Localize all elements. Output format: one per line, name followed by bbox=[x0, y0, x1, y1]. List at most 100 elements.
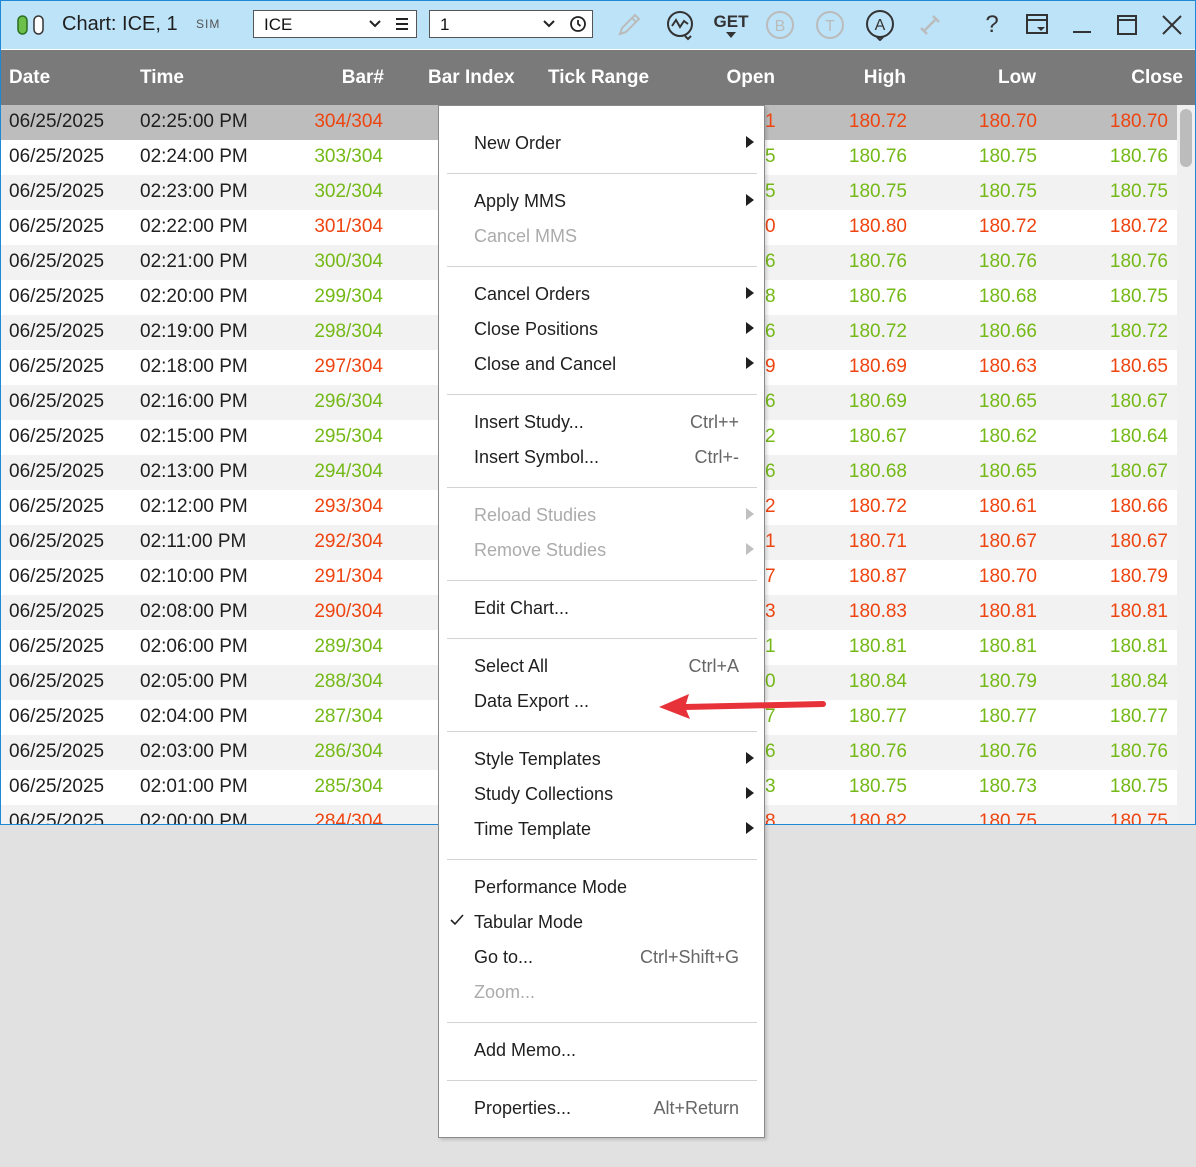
menu-item-select-all[interactable]: Select All Ctrl+A bbox=[439, 650, 764, 685]
chevron-down-icon[interactable] bbox=[368, 15, 382, 38]
menu-item-new-order[interactable]: New Order bbox=[439, 127, 764, 162]
bar-number-cell: 302/304 bbox=[314, 181, 383, 202]
maximize-icon[interactable] bbox=[1114, 9, 1140, 41]
column-header-bar-number[interactable]: Bar# bbox=[342, 67, 384, 89]
menu-item-label: Go to... bbox=[474, 947, 534, 967]
menu-item-insert-symbol[interactable]: Insert Symbol... Ctrl+- bbox=[439, 441, 764, 476]
menu-item-study-collections[interactable]: Study Collections bbox=[439, 778, 764, 813]
date-cell: 06/25/2025 bbox=[9, 811, 105, 825]
close-cell: 180.81 bbox=[1109, 636, 1168, 657]
menu-item-label: Close and Cancel bbox=[474, 354, 617, 374]
low-cell: 180.81 bbox=[978, 636, 1037, 657]
column-header-bar-index[interactable]: Bar Index bbox=[428, 67, 515, 89]
column-header-open[interactable]: Open bbox=[726, 67, 775, 89]
menu-separator bbox=[447, 394, 757, 395]
checkmark-icon bbox=[449, 912, 465, 933]
menu-item-performance-mode[interactable]: Performance Mode bbox=[439, 871, 764, 906]
a-icon[interactable]: A bbox=[863, 9, 897, 41]
high-cell: 180.83 bbox=[848, 601, 907, 622]
bar-number-cell: 287/304 bbox=[314, 706, 383, 727]
menu-item-time-template[interactable]: Time Template bbox=[439, 813, 764, 848]
symbol-combo[interactable]: ICE bbox=[253, 10, 417, 38]
bar-number-cell: 284/304 bbox=[314, 811, 383, 825]
menu-item-add-memo[interactable]: Add Memo... bbox=[439, 1034, 764, 1069]
high-cell: 180.72 bbox=[848, 111, 907, 132]
help-icon[interactable]: ? bbox=[979, 9, 1005, 41]
vertical-scrollbar[interactable] bbox=[1177, 105, 1195, 824]
bar-number-cell: 304/304 bbox=[314, 111, 383, 132]
menu-item-style-templates[interactable]: Style Templates bbox=[439, 743, 764, 778]
get-icon[interactable]: GET bbox=[711, 9, 751, 41]
menu-item-label: Cancel MMS bbox=[474, 226, 578, 246]
column-header-high[interactable]: High bbox=[864, 67, 906, 89]
date-cell: 06/25/2025 bbox=[9, 461, 105, 482]
menu-item-cancel-orders[interactable]: Cancel Orders bbox=[439, 278, 764, 313]
connection-status-icon[interactable] bbox=[11, 9, 51, 41]
date-cell: 06/25/2025 bbox=[9, 181, 105, 202]
close-cell: 180.72 bbox=[1109, 321, 1168, 342]
time-cell: 02:25:00 PM bbox=[140, 111, 248, 132]
menu-item-tabular-mode[interactable]: Tabular Mode bbox=[439, 906, 764, 941]
submenu-arrow-icon bbox=[746, 752, 754, 764]
time-cell: 02:08:00 PM bbox=[140, 601, 248, 622]
b-icon[interactable]: B bbox=[763, 9, 797, 41]
low-cell: 180.72 bbox=[978, 216, 1037, 237]
open-cell: 1 bbox=[765, 636, 776, 657]
menu-item-label: Data Export ... bbox=[474, 691, 590, 711]
chevron-down-icon[interactable] bbox=[542, 15, 556, 38]
column-header-close[interactable]: Close bbox=[1131, 67, 1183, 89]
date-cell: 06/25/2025 bbox=[9, 216, 105, 237]
column-header-low[interactable]: Low bbox=[998, 67, 1036, 89]
submenu-arrow-icon bbox=[746, 787, 754, 799]
list-icon[interactable] bbox=[394, 16, 410, 37]
menu-separator bbox=[447, 266, 757, 267]
time-cell: 02:24:00 PM bbox=[140, 146, 248, 167]
menu-item-close-positions[interactable]: Close Positions bbox=[439, 313, 764, 348]
menu-item-apply-mms[interactable]: Apply MMS bbox=[439, 185, 764, 220]
bar-number-cell: 300/304 bbox=[314, 251, 383, 272]
t-icon[interactable]: T bbox=[813, 9, 847, 41]
menu-separator bbox=[447, 731, 757, 732]
scrollbar-thumb[interactable] bbox=[1180, 109, 1192, 167]
open-cell: 1 bbox=[765, 531, 776, 552]
menu-item-label: Cancel Orders bbox=[474, 284, 591, 304]
low-cell: 180.65 bbox=[978, 461, 1037, 482]
low-cell: 180.70 bbox=[978, 566, 1037, 587]
date-cell: 06/25/2025 bbox=[9, 671, 105, 692]
time-cell: 02:11:00 PM bbox=[140, 531, 247, 552]
close-cell: 180.77 bbox=[1109, 706, 1168, 727]
column-header-tick-range[interactable]: Tick Range bbox=[548, 67, 649, 89]
menu-item-label: Apply MMS bbox=[474, 191, 567, 211]
high-cell: 180.69 bbox=[848, 391, 907, 412]
menu-item-properties[interactable]: Properties... Alt+Return bbox=[439, 1092, 764, 1127]
table-header: Date Time Bar# Bar Index Tick Range Open… bbox=[1, 50, 1195, 105]
high-cell: 180.71 bbox=[848, 531, 907, 552]
column-header-time[interactable]: Time bbox=[140, 67, 184, 89]
shortcut-label: Ctrl++ bbox=[689, 412, 739, 432]
link-icon[interactable] bbox=[913, 9, 947, 41]
menu-item-label: Time Template bbox=[474, 819, 592, 839]
study-icon[interactable] bbox=[663, 9, 697, 41]
menu-item-label: Style Templates bbox=[474, 749, 601, 769]
column-header-date[interactable]: Date bbox=[9, 67, 50, 89]
pencil-icon[interactable] bbox=[613, 9, 645, 41]
template-icon[interactable] bbox=[1023, 9, 1051, 41]
menu-item-close-and-cancel[interactable]: Close and Cancel bbox=[439, 348, 764, 383]
bar-number-cell: 285/304 bbox=[314, 776, 383, 797]
menu-item-edit-chart[interactable]: Edit Chart... bbox=[439, 592, 764, 627]
low-cell: 180.70 bbox=[978, 111, 1037, 132]
clock-icon[interactable] bbox=[569, 15, 587, 38]
date-cell: 06/25/2025 bbox=[9, 426, 105, 447]
low-cell: 180.75 bbox=[978, 146, 1037, 167]
time-cell: 02:20:00 PM bbox=[140, 286, 248, 307]
menu-item-insert-study[interactable]: Insert Study... Ctrl++ bbox=[439, 406, 764, 441]
minimize-icon[interactable] bbox=[1069, 9, 1095, 41]
interval-combo[interactable]: 1 bbox=[429, 10, 593, 38]
open-cell: 3 bbox=[765, 601, 776, 622]
get-label: GET bbox=[713, 12, 749, 31]
bar-number-cell: 303/304 bbox=[314, 146, 383, 167]
svg-text:A: A bbox=[875, 17, 886, 34]
close-icon[interactable] bbox=[1159, 9, 1185, 41]
open-cell: 5 bbox=[765, 146, 776, 167]
menu-item-go-to[interactable]: Go to... Ctrl+Shift+G bbox=[439, 941, 764, 976]
